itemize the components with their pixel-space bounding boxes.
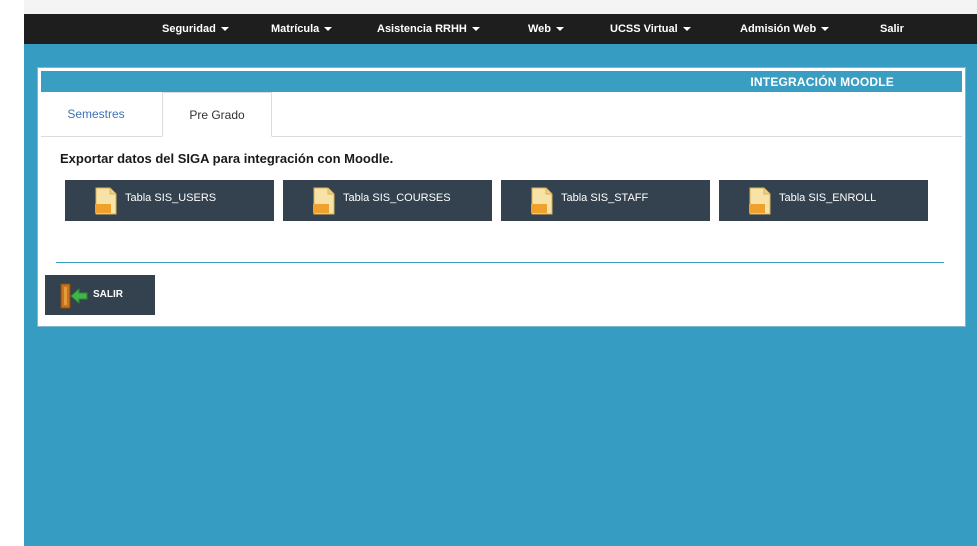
nav-ucss-virtual-label: UCSS Virtual: [610, 23, 678, 35]
table-sis-users-label: Tabla SIS_USERS: [125, 192, 217, 204]
exit-door-icon: [60, 283, 88, 309]
nav-salir[interactable]: Salir: [880, 14, 904, 44]
table-sis-courses-button[interactable]: Tabla SIS_COURSES: [283, 180, 492, 221]
nav-salir-label: Salir: [880, 23, 904, 35]
tab-bar: Semestres Pre Grado: [41, 92, 962, 137]
nav-asistencia-label: Asistencia RRHH: [377, 23, 467, 35]
csv-file-icon: [531, 187, 553, 215]
nav-admision-label: Admisión Web: [740, 23, 817, 35]
left-margin: [0, 0, 24, 546]
table-sis-enroll-button[interactable]: Tabla SIS_ENROLL: [719, 180, 928, 221]
caret-down-icon: [556, 27, 565, 32]
table-sis-users-button[interactable]: Tabla SIS_USERS: [65, 180, 274, 221]
nav-seguridad[interactable]: Seguridad: [162, 14, 229, 44]
tab-semestres[interactable]: Semestres: [41, 92, 151, 136]
moodle-panel: INTEGRACIÓN MOODLE Semestres Pre Grado E…: [37, 67, 966, 327]
csv-file-icon: [749, 187, 771, 215]
nav-admision-web[interactable]: Admisión Web: [740, 14, 830, 44]
caret-down-icon: [821, 27, 830, 32]
nav-matricula-label: Matrícula: [271, 23, 320, 35]
panel-header: INTEGRACIÓN MOODLE: [41, 71, 962, 92]
nav-web[interactable]: Web: [528, 14, 565, 44]
table-sis-courses-label: Tabla SIS_COURSES: [343, 192, 451, 204]
divider: [56, 262, 944, 263]
caret-down-icon: [220, 27, 229, 32]
nav-web-label: Web: [528, 23, 552, 35]
caret-down-icon: [324, 27, 333, 32]
table-sis-enroll-label: Tabla SIS_ENROLL: [779, 192, 877, 204]
csv-file-icon: [95, 187, 117, 215]
top-navbar: Seguridad Matrícula Asistencia RRHH Web …: [24, 14, 977, 44]
csv-file-icon: [313, 187, 335, 215]
panel-title: INTEGRACIÓN MOODLE: [750, 75, 894, 89]
caret-down-icon: [471, 27, 480, 32]
nav-matricula[interactable]: Matrícula: [271, 14, 333, 44]
exit-label: SALIR: [93, 289, 123, 300]
nav-seguridad-label: Seguridad: [162, 23, 216, 35]
section-heading: Exportar datos del SIGA para integración…: [60, 151, 394, 166]
table-sis-staff-button[interactable]: Tabla SIS_STAFF: [501, 180, 710, 221]
caret-down-icon: [682, 27, 691, 32]
exit-button[interactable]: SALIR: [45, 275, 155, 315]
nav-ucss-virtual[interactable]: UCSS Virtual: [610, 14, 691, 44]
table-sis-staff-label: Tabla SIS_STAFF: [561, 192, 649, 204]
tab-pre-grado[interactable]: Pre Grado: [162, 92, 272, 137]
nav-asistencia-rrhh[interactable]: Asistencia RRHH: [377, 14, 480, 44]
